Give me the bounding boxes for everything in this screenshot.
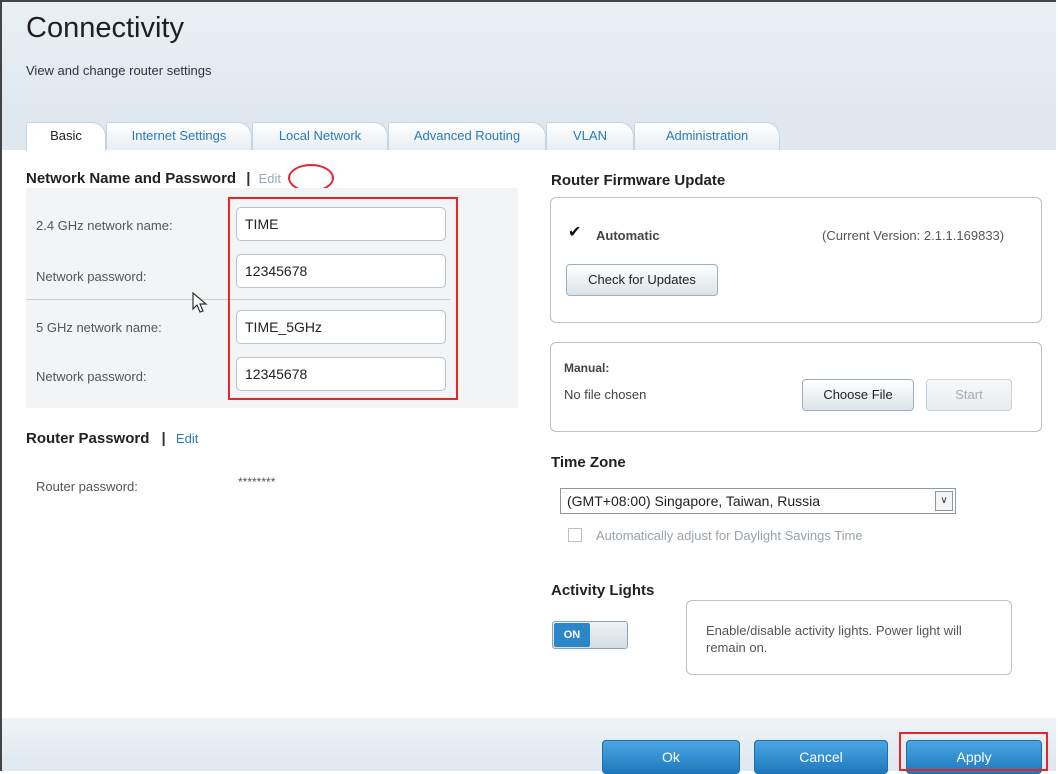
tab-internet-settings[interactable]: Internet Settings: [106, 122, 252, 150]
activity-lights-toggle[interactable]: ON: [552, 621, 628, 649]
page-subtitle: View and change router settings: [26, 63, 212, 78]
timezone-select[interactable]: (GMT+08:00) Singapore, Taiwan, Russia ∨: [560, 488, 956, 514]
timezone-selected-value: (GMT+08:00) Singapore, Taiwan, Russia: [567, 493, 821, 509]
page-header: Connectivity View and change router sett…: [2, 2, 1056, 114]
check-for-updates-button[interactable]: Check for Updates: [566, 264, 718, 296]
ok-button[interactable]: Ok: [602, 740, 740, 774]
activity-lights-description: Enable/disable activity lights. Power li…: [706, 623, 962, 655]
field-label-5ghz-name: 5 GHz network name:: [36, 320, 162, 335]
router-password-label: Router password:: [36, 479, 138, 494]
toggle-on-label: ON: [554, 623, 590, 647]
network-edit-link[interactable]: Edit: [259, 171, 281, 186]
fields-highlight-rect: [228, 197, 458, 400]
timezone-section-title: Time Zone: [551, 454, 626, 471]
manual-label: Manual:: [564, 361, 610, 375]
current-version-text: (Current Version: 2.1.1.169833): [822, 228, 1005, 243]
router-password-separator: |: [161, 430, 166, 447]
cancel-button[interactable]: Cancel: [754, 740, 888, 774]
router-password-section-title: Router Password | Edit: [26, 430, 198, 447]
network-section-title: Network Name and Password | Edit: [26, 170, 281, 187]
page-title: Connectivity: [26, 12, 184, 44]
field-label-24ghz-name: 2.4 GHz network name:: [36, 218, 173, 233]
tab-advanced-routing[interactable]: Advanced Routing: [388, 122, 546, 150]
footer-bar: [2, 718, 1056, 771]
automatic-label: Automatic: [596, 228, 660, 243]
network-title-text: Network Name and Password: [26, 170, 237, 187]
dst-label: Automatically adjust for Daylight Saving…: [596, 528, 863, 543]
dst-checkbox[interactable]: [568, 528, 582, 542]
check-mark-icon: ✔: [568, 224, 582, 241]
file-status-text: No file chosen: [564, 387, 647, 402]
choose-file-button[interactable]: Choose File: [802, 379, 914, 411]
field-label-24ghz-password: Network password:: [36, 269, 147, 284]
apply-highlight-rect: [899, 732, 1048, 771]
chevron-down-icon[interactable]: ∨: [935, 491, 953, 511]
mouse-cursor-icon: [192, 292, 208, 313]
activity-lights-section-title: Activity Lights: [551, 582, 655, 599]
router-password-edit-link[interactable]: Edit: [176, 431, 198, 446]
firmware-section-title: Router Firmware Update: [551, 172, 726, 189]
router-password-value: ********: [238, 475, 276, 489]
firmware-auto-panel: [550, 197, 1042, 323]
tab-local-network[interactable]: Local Network: [252, 122, 388, 150]
field-label-5ghz-password: Network password:: [36, 369, 147, 384]
start-button[interactable]: Start: [926, 379, 1012, 411]
tab-administration[interactable]: Administration: [634, 122, 780, 150]
tab-vlan[interactable]: VLAN: [546, 122, 634, 150]
tab-basic[interactable]: Basic: [26, 122, 106, 151]
network-separator: |: [246, 170, 251, 187]
router-password-title-text: Router Password: [26, 430, 150, 447]
automatic-checkbox[interactable]: ✔: [568, 224, 582, 241]
